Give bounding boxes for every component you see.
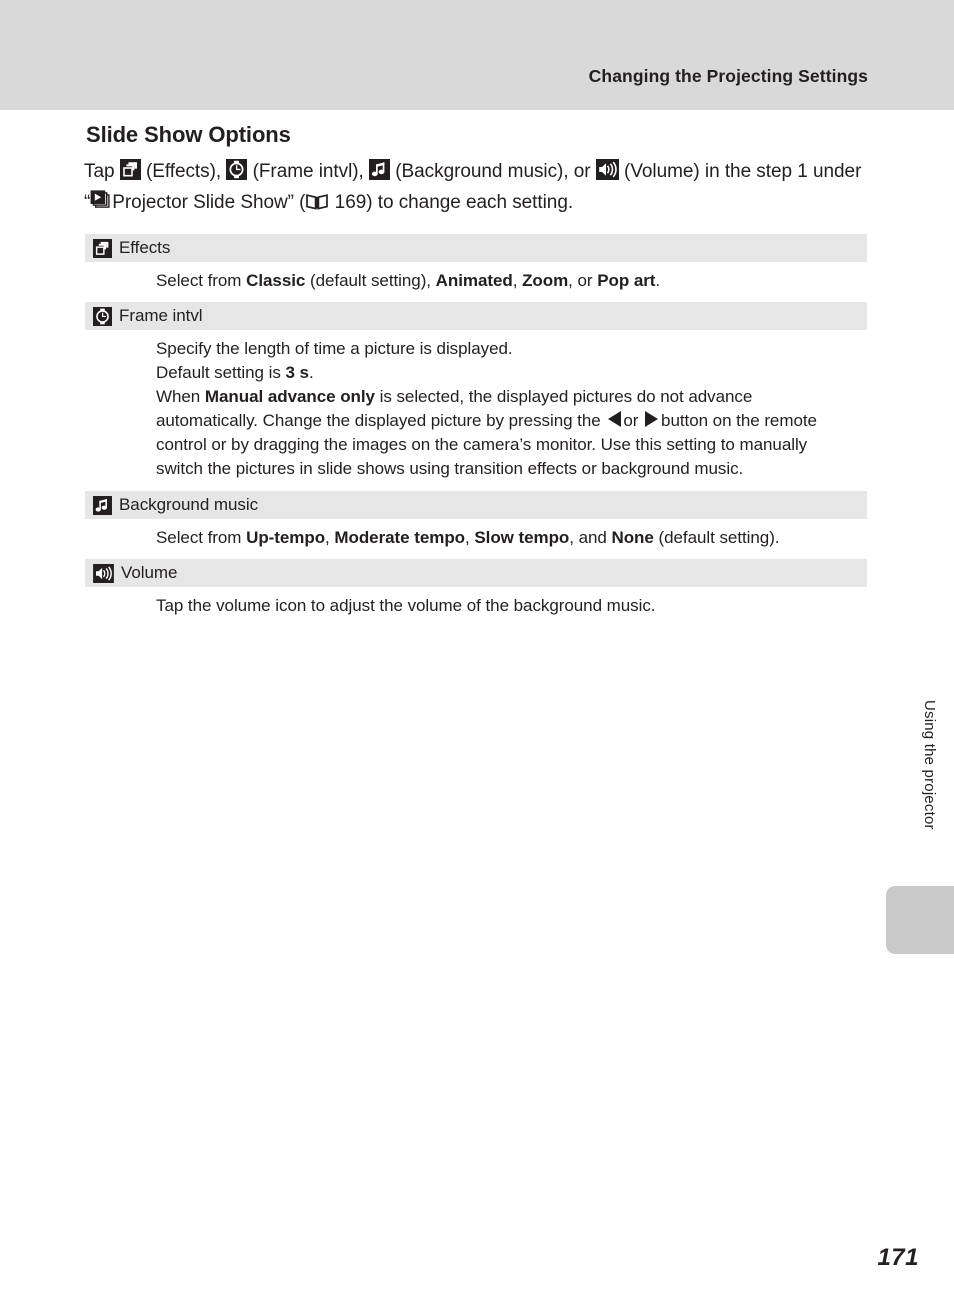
option-row-header-background-music: Background music	[85, 491, 867, 519]
volume-icon	[595, 159, 619, 180]
option-body-frame-intvl: Specify the length of time a picture is …	[85, 330, 867, 491]
option-label-frame-intvl: Frame intvl	[119, 306, 203, 325]
running-header-band	[0, 0, 954, 110]
option-label-effects: Effects	[119, 238, 171, 257]
intro-page-reference: 169	[334, 192, 367, 213]
projector-slide-show-icon	[90, 190, 112, 211]
option-label-background-music: Background music	[119, 495, 259, 514]
clock-icon	[93, 306, 112, 326]
right-arrow-icon	[645, 411, 659, 427]
intro-text-7: ) to change each setting.	[366, 192, 574, 213]
page-title: Slide Show Options	[86, 122, 291, 147]
intro-text-1: Tap	[84, 161, 115, 182]
chapter-tab-label: Using the projector	[921, 700, 938, 830]
option-body-text: Select from Up-tempo, Moderate tempo, Sl…	[156, 528, 780, 547]
intro-paragraph: Tap (Effects), (Frame intvl), (Backgroun…	[84, 156, 868, 218]
option-body-text: Select from Classic (default setting), A…	[156, 271, 661, 290]
clock-icon	[226, 159, 248, 180]
intro-text-6: Projector Slide Show” (	[112, 192, 306, 213]
effects-icon	[119, 159, 141, 180]
option-body-text: Tap the volume icon to adjust the volume…	[156, 596, 656, 615]
option-body-text: Specify the length of time a picture is …	[156, 339, 817, 478]
option-body-effects: Select from Classic (default setting), A…	[85, 262, 867, 302]
option-label-volume: Volume	[121, 563, 178, 582]
book-reference-icon	[305, 192, 329, 211]
volume-icon	[93, 563, 114, 583]
option-row-header-effects: Effects	[85, 234, 867, 262]
intro-text-3: (Frame intvl),	[252, 161, 364, 182]
music-note-icon	[369, 159, 391, 180]
effects-icon	[93, 238, 112, 258]
option-row-header-frame-intvl: Frame intvl	[85, 302, 867, 330]
left-arrow-icon	[608, 411, 622, 427]
option-body-background-music: Select from Up-tempo, Moderate tempo, Sl…	[85, 519, 867, 559]
option-row-header-volume: Volume	[85, 559, 867, 587]
intro-text-2: (Effects),	[145, 161, 222, 182]
running-header-title: Changing the Projecting Settings	[588, 66, 868, 86]
option-body-volume: Tap the volume icon to adjust the volume…	[85, 587, 867, 627]
intro-text-4: (Background music), or	[395, 161, 591, 182]
music-note-icon	[93, 495, 112, 515]
slide-show-options-table: Effects Select from Classic (default set…	[85, 234, 867, 627]
page-number: 171	[877, 1244, 919, 1271]
chapter-tab-marker	[886, 886, 954, 954]
